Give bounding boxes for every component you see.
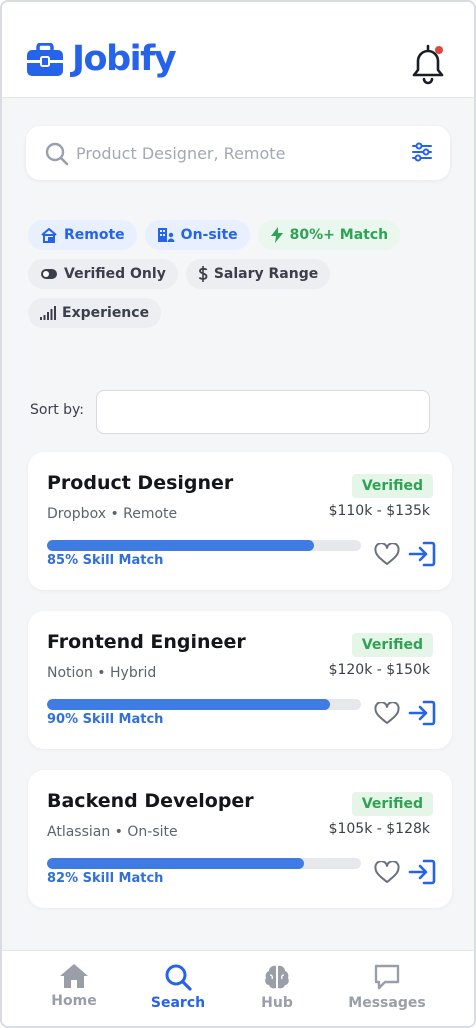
sliders-icon <box>412 142 432 162</box>
job-card[interactable]: Frontend Engineer Notion • Hybrid Verifi… <box>28 611 452 749</box>
search-bar <box>26 126 450 180</box>
filter-settings-button[interactable] <box>410 140 436 166</box>
bottom-nav: Home Search Hub Messages <box>2 950 474 1026</box>
filter-chip-label: Experience <box>62 305 150 321</box>
filter-chip-label: Salary Range <box>213 266 319 282</box>
login-arrow-icon <box>408 859 436 885</box>
search-input[interactable] <box>76 138 396 168</box>
verified-badge: Verified <box>351 633 433 657</box>
nav-label: Messages <box>348 995 426 1011</box>
filter-chip-label: Verified Only <box>64 266 166 282</box>
skill-match-fill <box>47 699 330 710</box>
filter-chip-verified[interactable]: Verified Only <box>28 259 178 289</box>
toggle-icon <box>41 269 57 279</box>
dollar-icon <box>198 266 208 282</box>
job-salary: $105k - $128k <box>328 821 430 837</box>
app-header: Jobify <box>2 2 474 98</box>
job-title: Product Designer <box>47 472 234 494</box>
filter-chips: Remote On-site 80%+ Match Verified Only … <box>28 220 448 337</box>
skill-match-bar <box>47 699 361 710</box>
building-icon <box>157 228 175 242</box>
nav-label: Hub <box>261 995 293 1011</box>
filter-chip-experience[interactable]: Experience <box>28 298 162 328</box>
app-frame: Jobify Product Designer, Remote Remote O… <box>0 0 476 1028</box>
nav-item-hub[interactable]: Hub <box>232 963 322 1011</box>
nav-label: Home <box>51 993 97 1009</box>
filter-chip-label: 80%+ Match <box>289 227 389 243</box>
apply-button[interactable] <box>408 541 436 572</box>
nav-label: Search <box>150 995 206 1011</box>
filter-chip-onsite[interactable]: On-site <box>144 220 250 250</box>
skill-match-fill <box>47 858 305 869</box>
filter-chip-match[interactable]: 80%+ Match <box>257 220 401 250</box>
briefcase-icon <box>27 42 63 76</box>
job-salary: $110k - $135k <box>328 503 430 519</box>
job-salary: $120k - $150k <box>328 662 430 678</box>
skill-match-bar <box>47 858 361 869</box>
job-company: Notion • Hybrid <box>47 665 157 681</box>
save-job-button[interactable] <box>374 860 400 890</box>
verified-badge: Verified <box>351 792 433 816</box>
job-title: Frontend Engineer <box>47 631 246 653</box>
sort-select[interactable] <box>96 390 430 434</box>
job-company: Atlassian • On-site <box>47 824 178 840</box>
heart-icon <box>374 701 400 724</box>
skill-match-label: 90% Skill Match <box>47 712 164 727</box>
login-arrow-icon <box>408 700 436 726</box>
nav-item-messages[interactable]: Messages <box>342 963 432 1011</box>
heart-icon <box>374 860 400 883</box>
filter-chip-salary[interactable]: Salary Range <box>185 259 331 289</box>
filter-chip-label: On-site <box>180 227 238 243</box>
home-icon <box>41 228 57 243</box>
login-arrow-icon <box>408 541 436 567</box>
message-icon <box>374 964 400 990</box>
home-icon <box>60 964 88 988</box>
notifications-button[interactable] <box>408 42 448 86</box>
skill-match-bar <box>47 540 361 551</box>
search-icon <box>165 964 192 991</box>
brain-icon <box>265 965 289 989</box>
skill-match-fill <box>47 540 314 551</box>
job-card[interactable]: Product Designer Dropbox • Remote Verifi… <box>28 452 452 590</box>
filter-chip-label: Remote <box>64 227 125 243</box>
bell-icon <box>412 44 444 85</box>
job-card[interactable]: Backend Developer Atlassian • On-site Ve… <box>28 770 452 908</box>
skill-match-label: 82% Skill Match <box>47 871 164 886</box>
save-job-button[interactable] <box>374 701 400 731</box>
heart-icon <box>374 542 400 565</box>
sort-label: Sort by: <box>30 402 85 418</box>
job-title: Backend Developer <box>47 790 254 812</box>
signal-icon <box>40 306 56 320</box>
save-job-button[interactable] <box>374 542 400 572</box>
skill-match-label: 85% Skill Match <box>47 553 164 568</box>
search-icon <box>45 142 69 166</box>
apply-button[interactable] <box>408 700 436 731</box>
nav-item-search[interactable]: Search <box>133 963 223 1011</box>
apply-button[interactable] <box>408 859 436 890</box>
filter-chip-remote[interactable]: Remote <box>28 220 137 250</box>
bolt-icon <box>270 227 283 243</box>
app-name: Jobify <box>72 39 177 79</box>
verified-badge: Verified <box>351 474 433 498</box>
sort-control: Sort by: <box>30 390 430 434</box>
job-company: Dropbox • Remote <box>47 506 178 522</box>
nav-item-home[interactable]: Home <box>29 963 119 1009</box>
app-logo[interactable]: Jobify <box>26 39 177 79</box>
